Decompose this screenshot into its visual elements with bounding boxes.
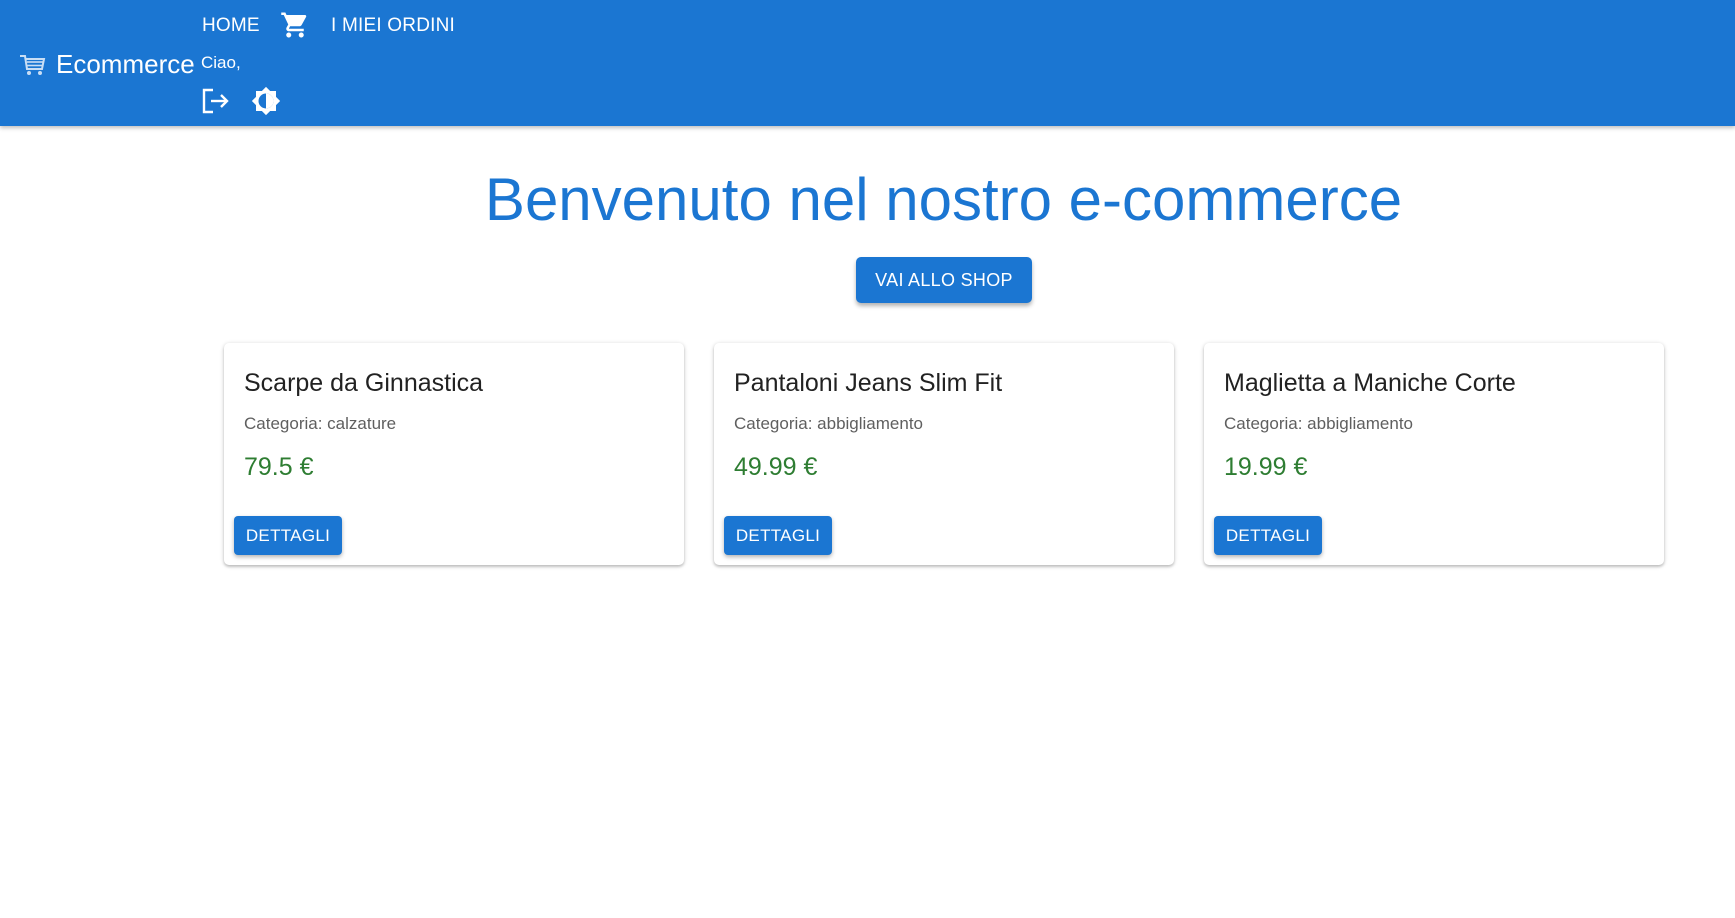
product-details-button[interactable]: DETTAGLI <box>234 516 342 555</box>
user-greeting: Ciao, <box>201 53 241 72</box>
product-details-button[interactable]: DETTAGLI <box>724 516 832 555</box>
product-details-button[interactable]: DETTAGLI <box>1214 516 1322 555</box>
brand-title[interactable]: Ecommerce <box>56 48 195 80</box>
nav-home-link[interactable]: HOME <box>202 14 260 38</box>
logout-icon[interactable] <box>201 87 231 115</box>
product-price: 19.99 € <box>1224 453 1308 481</box>
product-price: 49.99 € <box>734 453 818 481</box>
product-card: Maglietta a Maniche Corte Categoria: abb… <box>1204 343 1664 565</box>
product-category: Categoria: calzature <box>244 414 397 433</box>
go-to-shop-button[interactable]: VAI ALLO SHOP <box>856 257 1032 303</box>
app-bar: Ecommerce HOME I MIEI ORDINI Ciao, <box>0 0 1735 126</box>
product-price: 79.5 € <box>244 453 314 481</box>
product-category: Categoria: abbigliamento <box>734 414 924 433</box>
shopping-cart-icon[interactable] <box>280 10 310 40</box>
product-card: Scarpe da Ginnastica Categoria: calzatur… <box>224 343 684 565</box>
brightness-icon[interactable] <box>250 86 282 116</box>
shopping-basket-icon <box>20 55 46 75</box>
page-title: Benvenuto nel nostro e-commerce <box>484 166 1403 233</box>
nav-orders-link[interactable]: I MIEI ORDINI <box>331 14 455 38</box>
product-name: Maglietta a Maniche Corte <box>1224 369 1516 397</box>
product-name: Pantaloni Jeans Slim Fit <box>734 369 1003 397</box>
product-name: Scarpe da Ginnastica <box>244 369 484 397</box>
product-card: Pantaloni Jeans Slim Fit Categoria: abbi… <box>714 343 1174 565</box>
product-category: Categoria: abbigliamento <box>1224 414 1414 433</box>
